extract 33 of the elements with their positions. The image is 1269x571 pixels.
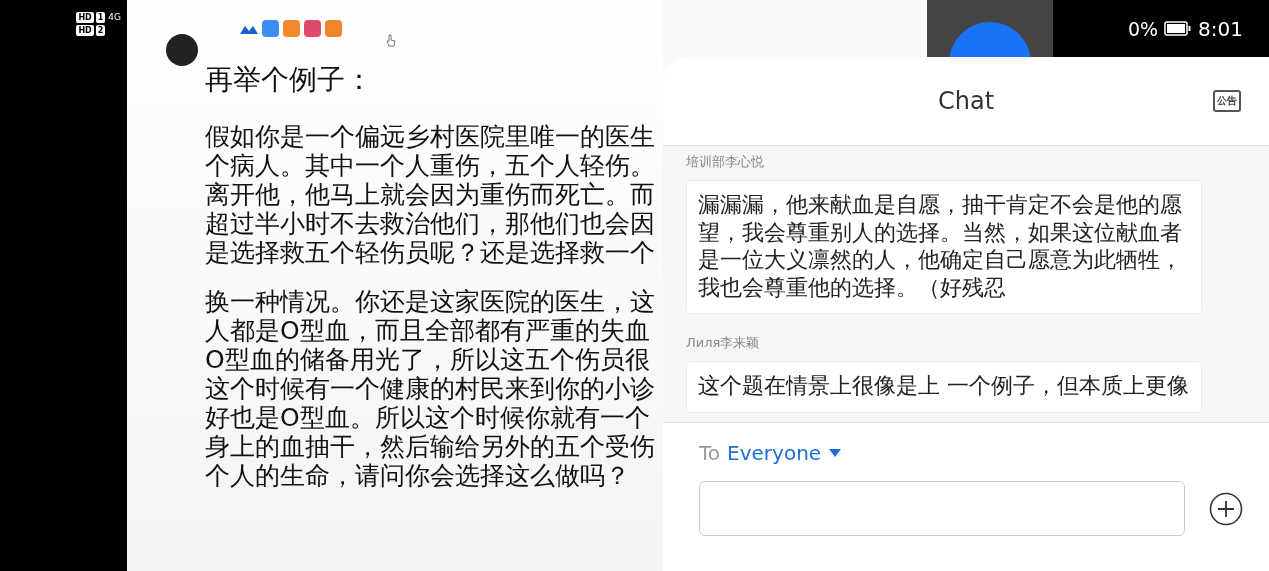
slide-text-line: 换一种情况。你还是这家医院的医生，这 [205,287,656,316]
message-bubble: 这个题在情景上很像是上 一个例子，但本质上更像 [686,361,1202,413]
to-label: To [699,441,721,465]
slide-text-line: 是选择救五个轻伤员呢？还是选择救一个 [205,238,656,267]
slide-text-line: O型血的储备用光了，所以这五个伤员很 [205,345,651,374]
battery-icon [1164,21,1193,36]
slide-text-line: 假如你是一个偏远乡村医院里唯一的医生 [205,122,656,151]
clock-time: 8:01 [1198,16,1243,41]
slide-text-line: 个病人。其中一个人重伤，五个人轻伤。 [205,151,656,180]
notice-button[interactable]: 公告 [1213,90,1241,112]
caret-icon [829,449,842,457]
slide-text-line: 离开他，他马上就会因为重伤而死亡。而 [205,180,656,209]
sim-slot: 2 [95,25,106,36]
slide-title: 再举个例子： [205,62,374,98]
message-input[interactable] [699,481,1185,536]
slide-text-line: 好也是O型血。所以这个时候你就有一个 [205,403,651,432]
hand-cursor-icon [386,34,396,47]
slide-text-line: 身上的血抽干，然后输给另外的五个受伤 [205,432,656,461]
battery-percent: 0% [1127,17,1159,40]
recipient-dropdown[interactable]: Everyone [727,441,842,465]
plus-icon[interactable] [1209,491,1243,526]
slide-text-line: 这个时候有一个健康的村民来到你的小诊 [205,374,656,403]
chat-title: Chat [937,87,995,115]
sim-slot: 1 [95,12,106,23]
sender-name: Лиля李来颖 [686,334,761,352]
network-type: 4G [108,12,121,23]
slide-text-line: 个人的生命，请问你会选择这么做吗？ [205,461,631,490]
sim-label: HD [76,12,94,23]
slide-text-line: 人都是O型血，而且全部都有严重的失血 [205,316,651,345]
sender-name: 培训部李心悦 [686,153,765,171]
message-bubble: 漏漏漏，他来献血是自愿，抽干肯定不会是他的愿望，我会尊重别人的选择。当然，如果这位献血者是一位大义凛然的人，他确定自己愿意为此牺牲，我也会尊重他的选择。（好残忍 [686,180,1202,314]
sim-label: HD [76,25,94,36]
slide-text-line: 超过半小时不去救治他们，那他们也会因 [205,209,656,238]
